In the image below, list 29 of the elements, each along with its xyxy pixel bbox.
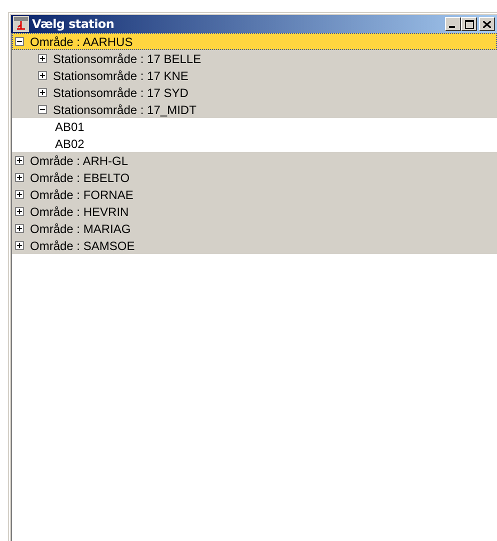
tree-row[interactable]: Stationsområde : 17 BELLE: [12, 50, 497, 67]
close-button[interactable]: [479, 17, 495, 31]
expand-icon[interactable]: [15, 207, 24, 216]
tree-row[interactable]: Område : MARIAG: [12, 220, 497, 237]
expand-icon[interactable]: [15, 190, 24, 199]
window-title: Vælg station: [32, 17, 116, 31]
collapse-icon[interactable]: [38, 105, 47, 114]
maximize-icon: [464, 20, 474, 28]
tree-row[interactable]: Område : FORNAE: [12, 186, 497, 203]
selected-tree-row[interactable]: Område : AARHUS: [12, 33, 497, 50]
expand-icon[interactable]: [38, 88, 47, 97]
minimize-button[interactable]: [445, 17, 461, 31]
expand-icon[interactable]: [15, 173, 24, 182]
tree-row[interactable]: Område : EBELTO: [12, 169, 497, 186]
maximize-button[interactable]: [461, 17, 477, 31]
expand-icon[interactable]: [38, 71, 47, 80]
expand-icon[interactable]: [15, 224, 24, 233]
expand-icon[interactable]: [38, 54, 47, 63]
tree-row[interactable]: Stationsområde : 17 KNE: [12, 67, 497, 84]
tree-row[interactable]: Område : HEVRIN: [12, 203, 497, 220]
tree-row[interactable]: Område : SAMSOE: [12, 237, 497, 254]
tree-row[interactable]: Stationsområde : 17 SYD: [12, 84, 497, 101]
expand-icon[interactable]: [15, 156, 24, 165]
tree-row[interactable]: Område : ARH-GL: [12, 152, 497, 169]
tree-row[interactable]: Stationsområde : 17_MIDT: [12, 101, 497, 118]
close-icon: [483, 20, 491, 28]
expand-icon[interactable]: [15, 241, 24, 250]
collapse-icon[interactable]: [15, 37, 24, 46]
app-icon: [13, 16, 29, 32]
